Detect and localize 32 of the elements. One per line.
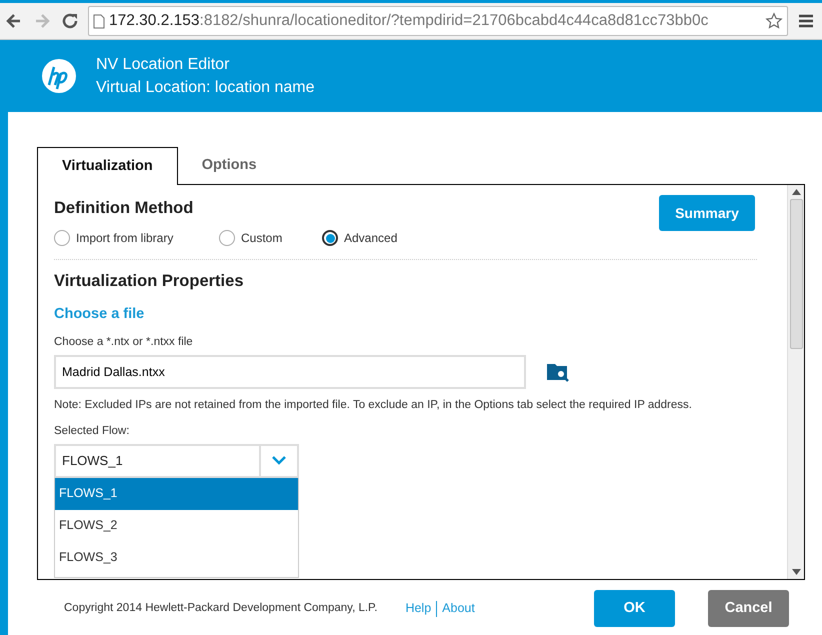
dropdown-option[interactable]: FLOWS_3 <box>55 542 298 574</box>
app-title: NV Location Editor <box>96 55 230 75</box>
radio-button[interactable] <box>54 230 70 246</box>
radio-button[interactable] <box>219 230 235 246</box>
tab[interactable]: Virtualization <box>37 147 178 185</box>
chevron-icon <box>272 456 286 466</box>
radio-button[interactable] <box>322 230 338 246</box>
dropdown-option[interactable]: FLOWS_1 <box>55 478 298 510</box>
address-bar[interactable]: 172.30.2.153:8182/shunra/locationeditor/?tempdirid=21706bcabd4c44ca8d81cc73bb0c <box>88 6 788 36</box>
page-icon <box>93 14 105 28</box>
cancel-button[interactable]: Cancel <box>708 590 789 627</box>
star-icon[interactable] <box>765 12 783 30</box>
copyright-text: Copyright 2014 Hewlett-Packard Development Company, L.P. <box>64 600 378 616</box>
note-text: Note: Excluded IPs are not retained from the imported file. To exclude an IP, in the Options tab select the required IP address. <box>54 398 693 414</box>
radio-label[interactable]: Advanced <box>344 229 398 247</box>
scrollbar[interactable] <box>787 185 804 579</box>
logo-icon <box>42 59 76 93</box>
scroll-down-icon[interactable] <box>792 569 800 575</box>
section-heading: Definition Method <box>54 199 194 219</box>
field-label: Selected Flow: <box>54 424 130 438</box>
location-subtitle: Virtual Location: location name <box>96 78 315 98</box>
scroll-up-icon[interactable] <box>792 189 800 195</box>
tab[interactable]: Options <box>178 147 281 185</box>
section-heading: Virtualization Properties <box>54 272 244 292</box>
field-label: Choose a *.ntx or *.ntxx file <box>54 335 194 350</box>
file-field[interactable]: Madrid Dallas.ntxx <box>54 355 526 390</box>
radio-label[interactable]: Custom <box>241 229 282 247</box>
reload-icon[interactable] <box>60 11 80 31</box>
url-text: 172.30.2.153:8182/shunra/locationeditor/?tempdirid=21706bcabd4c44ca8d81cc73bb0c <box>109 11 708 32</box>
dropdown-option[interactable]: FLOWS_2 <box>55 510 298 542</box>
folder-search-icon[interactable] <box>546 361 570 384</box>
radio-label[interactable]: Import from library <box>76 229 174 247</box>
